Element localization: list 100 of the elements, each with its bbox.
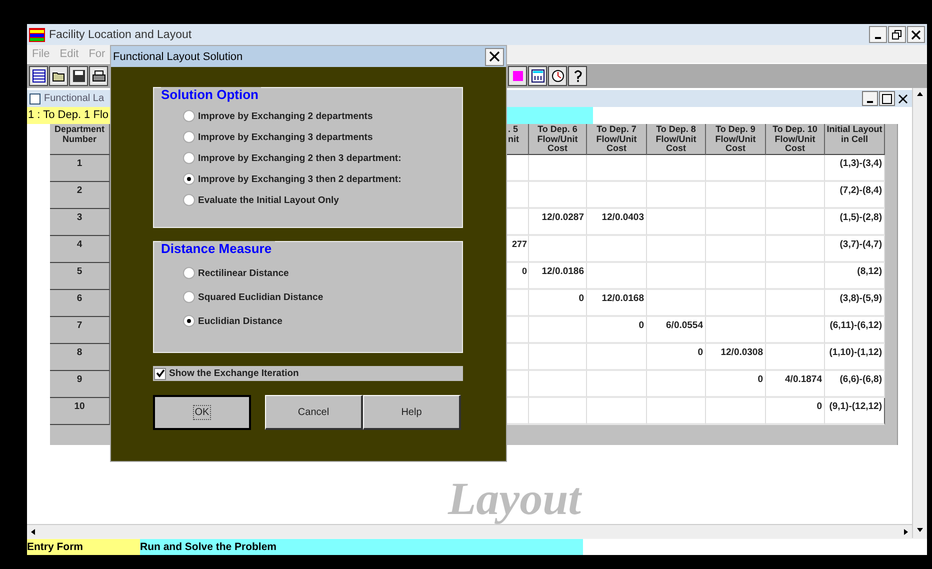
maximize-icon	[882, 94, 892, 104]
table-cell	[766, 236, 825, 263]
table-cell	[507, 398, 529, 425]
restore-icon	[892, 30, 902, 40]
help-button[interactable]: Help	[363, 395, 461, 430]
restore-button[interactable]	[888, 26, 906, 43]
radio-button[interactable]	[183, 173, 195, 185]
scroll-up-icon[interactable]	[916, 90, 924, 98]
checkbox[interactable]	[154, 368, 166, 380]
layout-watermark-text: Layout	[448, 474, 581, 524]
save-icon[interactable]	[69, 66, 88, 86]
table-cell	[706, 290, 766, 317]
radio-option[interactable]: Evaluate the Initial Layout Only	[183, 192, 462, 208]
minimize-icon	[867, 101, 873, 103]
open-folder-icon[interactable]	[49, 66, 68, 86]
table-cell: 12/0.0308	[706, 344, 766, 371]
table-cell: 12/0.0403	[587, 209, 647, 236]
radio-button[interactable]	[183, 267, 195, 279]
table-cell	[647, 236, 706, 263]
table-cell	[647, 209, 706, 236]
ok-button[interactable]: OK	[153, 395, 251, 430]
table-cell	[766, 209, 825, 236]
help-icon[interactable]	[568, 66, 587, 86]
radio-option[interactable]: Improve by Exchanging 2 departments	[183, 108, 462, 124]
table-cell	[647, 398, 706, 425]
table-cell	[647, 371, 706, 398]
row-header: 6	[50, 290, 110, 317]
maximize-button[interactable]	[879, 91, 895, 106]
table-cell	[507, 317, 529, 344]
minimize-button[interactable]	[862, 91, 878, 106]
row-header: 3	[50, 209, 110, 236]
radio-button[interactable]	[183, 315, 195, 327]
radio-button[interactable]	[183, 131, 195, 143]
cancel-button[interactable]: Cancel	[265, 395, 363, 430]
minimize-icon	[875, 37, 881, 39]
radio-button[interactable]	[183, 194, 195, 206]
table-cell: (1,3)-(3,4)	[825, 155, 885, 182]
table-cell	[706, 182, 766, 209]
radio-button[interactable]	[183, 152, 195, 164]
table-cell	[507, 209, 529, 236]
radio-option[interactable]: Improve by Exchanging 3 then 2 department:	[183, 171, 462, 187]
print-icon[interactable]	[89, 66, 108, 86]
radio-option[interactable]: Improve by Exchanging 2 then 3 department:	[183, 150, 462, 166]
table-cell	[529, 155, 587, 182]
close-icon[interactable]	[898, 94, 908, 104]
clock-icon[interactable]	[548, 66, 567, 86]
column-header: To Dep. 10 Flow/Unit Cost	[766, 124, 825, 155]
app-icon	[29, 28, 45, 42]
table-cell	[529, 182, 587, 209]
close-button[interactable]	[907, 26, 925, 43]
column-header: Department Number	[50, 124, 110, 155]
radio-option[interactable]: Euclidian Distance	[183, 313, 462, 329]
row-header: 8	[50, 344, 110, 371]
window-title: Facility Location and Layout	[49, 28, 192, 40]
scroll-down-icon[interactable]	[916, 526, 924, 534]
table-cell	[647, 263, 706, 290]
table-cell	[529, 371, 587, 398]
table-cell	[529, 398, 587, 425]
radio-button[interactable]	[183, 110, 195, 122]
checkbox-option[interactable]: Show the Exchange Iteration	[153, 366, 463, 381]
table-cell	[647, 155, 706, 182]
table-cell	[706, 398, 766, 425]
close-button[interactable]	[485, 48, 504, 66]
table-cell: (3,8)-(5,9)	[825, 290, 885, 317]
dialog-title: Functional Layout Solution	[113, 50, 243, 62]
column-header: Initial Layout in Cell	[825, 124, 885, 155]
radio-option[interactable]: Improve by Exchanging 3 departments	[183, 129, 462, 145]
minimize-button[interactable]	[869, 26, 887, 43]
table-cell	[529, 236, 587, 263]
table-cell: 277	[507, 236, 529, 263]
radio-option[interactable]: Rectilinear Distance	[183, 265, 462, 281]
table-cell	[766, 155, 825, 182]
table-cell: 4/0.1874	[766, 371, 825, 398]
close-icon	[911, 30, 921, 40]
table-cell	[587, 263, 647, 290]
table-cell: (7,2)-(8,4)	[825, 182, 885, 209]
chart-icon[interactable]	[508, 66, 527, 86]
table-cell: 0	[647, 344, 706, 371]
calculator-icon[interactable]	[528, 66, 547, 86]
scroll-left-icon[interactable]	[29, 528, 37, 536]
table-cell: (6,11)-(6,12)	[825, 317, 885, 344]
row-header: 10	[50, 398, 110, 425]
table-cell: 0	[766, 398, 825, 425]
table-cell	[706, 263, 766, 290]
table-cell	[587, 182, 647, 209]
cell-label: 1 : To Dep. 1 Flo	[27, 107, 111, 124]
table-cell: 0	[507, 263, 529, 290]
status-text: Entry Form	[27, 539, 140, 555]
scroll-right-icon[interactable]	[902, 528, 910, 536]
table-cell: (1,5)-(2,8)	[825, 209, 885, 236]
table-cell	[587, 155, 647, 182]
table-cell	[706, 155, 766, 182]
row-header: 9	[50, 371, 110, 398]
radio-button[interactable]	[183, 291, 195, 303]
table-cell: 0	[706, 371, 766, 398]
document-icon	[29, 92, 42, 104]
horizontal-scrollbar[interactable]	[27, 524, 912, 538]
column-header: To Dep. 7 Flow/Unit Cost	[587, 124, 647, 155]
grid-icon[interactable]	[29, 66, 48, 86]
radio-option[interactable]: Squared Euclidian Distance	[183, 289, 462, 305]
